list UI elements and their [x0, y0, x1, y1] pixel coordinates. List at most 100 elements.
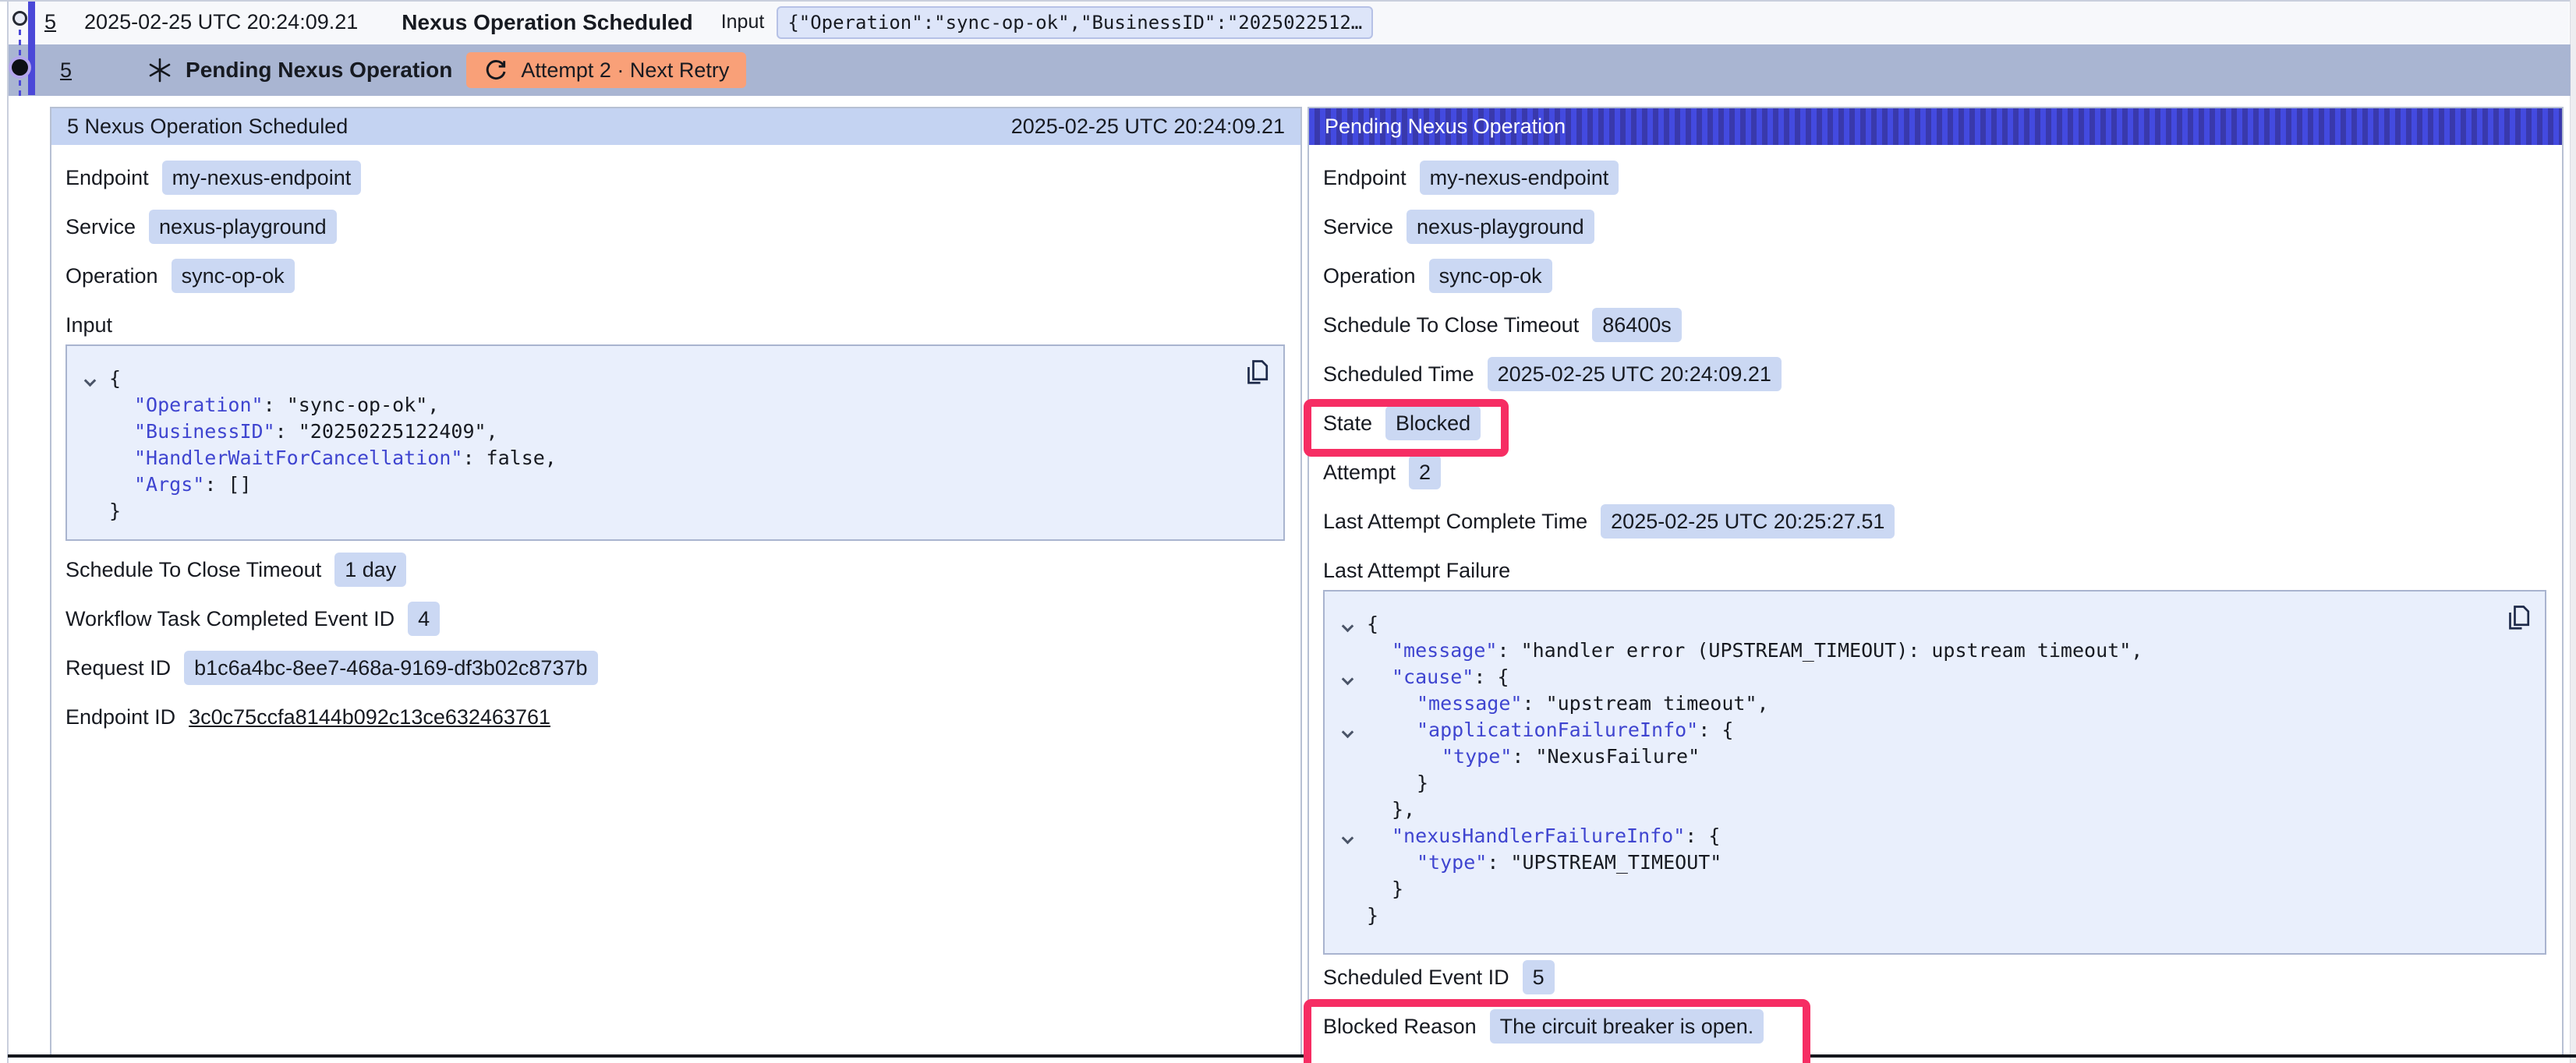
field-value[interactable]: 3c0c75ccfa8144b092c13ce632463761	[189, 700, 550, 734]
json-value: "sync-op-ok",	[287, 394, 440, 416]
json-line: }	[1343, 875, 2529, 902]
json-line: "message": "upstream timeout",	[1343, 690, 2529, 716]
json-line: "nexusHandlerFailureInfo": {	[1343, 822, 2529, 849]
json-key: "cause"	[1392, 666, 1474, 688]
field-label: Endpoint ID	[65, 705, 175, 729]
json-value: []	[228, 473, 251, 496]
field-value: The circuit breaker is open.	[1490, 1009, 1764, 1044]
collapse-chevron-icon[interactable]	[1342, 832, 1354, 844]
json-line: "type": "UPSTREAM_TIMEOUT"	[1343, 849, 2529, 875]
collapse-chevron-icon[interactable]	[1342, 673, 1354, 685]
input-section-label-row: Input	[65, 307, 1285, 343]
input-preview-chip: {"Operation":"sync-op-ok","BusinessID":"…	[777, 6, 1373, 39]
field-value: 4	[408, 602, 440, 636]
json-value: {	[1708, 825, 1720, 847]
event-id-link[interactable]: 5	[44, 10, 56, 34]
json-value: "handler error (UPSTREAM_TIMEOUT): upstr…	[1521, 639, 2143, 662]
json-key: "Args"	[134, 473, 204, 496]
copy-button[interactable]	[2504, 602, 2532, 634]
json-value: "20250225122409",	[299, 420, 498, 443]
json-value: }	[1392, 878, 1403, 900]
field-group: Schedule To Close Timeout 1 day Workflow…	[65, 552, 1285, 735]
json-key: "message"	[1417, 692, 1522, 715]
field-row: Scheduled Event ID 5	[1323, 959, 2546, 995]
timeline-dash	[19, 90, 21, 96]
input-label: Input	[721, 11, 765, 34]
json-value: :	[1487, 851, 1510, 874]
collapse-chevron-icon[interactable]	[1342, 620, 1354, 632]
field-value: my-nexus-endpoint	[1420, 161, 1619, 195]
field-value: sync-op-ok	[1429, 259, 1552, 293]
json-line: "cause": {	[1343, 663, 2529, 690]
json-value: :	[204, 473, 228, 496]
field-row: Attempt 2	[1323, 454, 2546, 490]
field-row: Service nexus-playground	[65, 209, 1285, 245]
json-value: "UPSTREAM_TIMEOUT"	[1510, 851, 1721, 874]
scrollbar-track[interactable]	[2570, 0, 2576, 1063]
field-label: Operation	[65, 264, 158, 288]
input-section-label: Input	[65, 313, 112, 337]
event-node-open-icon[interactable]	[12, 11, 27, 26]
event-node-current-icon[interactable]	[12, 59, 28, 76]
field-label: Workflow Task Completed Event ID	[65, 607, 395, 631]
json-key: "BusinessID"	[134, 420, 275, 443]
json-value: :	[1698, 719, 1721, 741]
event-history-detail-view: 5 2025-02-25 UTC 20:24:09.21 Nexus Opera…	[0, 0, 2576, 1063]
json-value: {	[1721, 719, 1733, 741]
json-value: }	[109, 500, 121, 522]
json-value: false,	[487, 447, 557, 469]
json-line: "Args": []	[86, 471, 1268, 497]
json-key: "type"	[1417, 851, 1487, 874]
json-value: {	[1497, 666, 1509, 688]
pending-asterisk-icon	[147, 57, 173, 83]
event-title: Nexus Operation Scheduled	[402, 10, 692, 35]
field-label: Service	[1323, 215, 1393, 239]
field-row: Endpoint my-nexus-endpoint	[65, 160, 1285, 196]
field-label: Schedule To Close Timeout	[1323, 313, 1579, 337]
field-row: Endpoint my-nexus-endpoint	[1323, 160, 2546, 196]
field-label: Endpoint	[65, 166, 149, 190]
field-value: 2025-02-25 UTC 20:24:09.21	[1488, 357, 1782, 391]
copy-button[interactable]	[1243, 357, 1271, 389]
container-bottom-border	[1810, 1054, 2576, 1058]
field-label: Blocked Reason	[1323, 1015, 1477, 1039]
field-value: 5	[1523, 960, 1555, 994]
json-key: "applicationFailureInfo"	[1417, 719, 1698, 741]
failure-section-label: Last Attempt Failure	[1323, 559, 1510, 583]
event-row-pending-selected[interactable]: 5 Pending Nexus Operation Attempt 2 · Ne…	[9, 44, 2571, 96]
json-key: "Operation"	[134, 394, 264, 416]
pending-panel-header-striped: Pending Nexus Operation	[1309, 108, 2562, 145]
panel-header-title: 5 Nexus Operation Scheduled	[67, 115, 348, 139]
json-value: :	[275, 420, 299, 443]
timeline-rule	[7, 0, 9, 1063]
json-key: "type"	[1442, 745, 1512, 768]
json-line: "type": "NexusFailure"	[1343, 743, 2529, 769]
event-id-link[interactable]: 5	[60, 58, 72, 83]
event-row-scheduled[interactable]: 5 2025-02-25 UTC 20:24:09.21 Nexus Opera…	[9, 2, 2569, 43]
json-value: :	[462, 447, 486, 469]
json-key: "nexusHandlerFailureInfo"	[1392, 825, 1685, 847]
pending-panel-body: Endpoint my-nexus-endpoint Service nexus…	[1309, 145, 2562, 1044]
field-value: Blocked	[1385, 406, 1481, 440]
json-line: {	[1343, 610, 2529, 637]
field-group: Endpoint my-nexus-endpoint Service nexus…	[65, 160, 1285, 294]
timeline-dash	[19, 80, 21, 86]
field-row: Service nexus-playground	[1323, 209, 2546, 245]
json-key: "HandlerWaitForCancellation"	[134, 447, 462, 469]
json-line: },	[1343, 796, 2529, 822]
field-value: b1c6a4bc-8ee7-468a-9169-df3b02c8737b	[184, 651, 597, 685]
field-label: Endpoint	[1323, 166, 1407, 190]
collapse-chevron-icon[interactable]	[1342, 726, 1354, 738]
field-value: nexus-playground	[1407, 210, 1594, 244]
field-value: 1 day	[334, 553, 406, 587]
json-line: "message": "handler error (UPSTREAM_TIME…	[1343, 637, 2529, 663]
panel-header-title: Pending Nexus Operation	[1325, 115, 1566, 139]
scheduled-panel-header: 5 Nexus Operation Scheduled 2025-02-25 U…	[51, 108, 1300, 145]
field-value: sync-op-ok	[172, 259, 295, 293]
timeline-dash	[19, 50, 21, 55]
json-value: :	[1474, 666, 1497, 688]
input-json-block: {"Operation": "sync-op-ok","BusinessID":…	[65, 344, 1285, 541]
field-row: Request ID b1c6a4bc-8ee7-468a-9169-df3b0…	[65, 650, 1285, 686]
json-key: "message"	[1392, 639, 1497, 662]
collapse-chevron-icon[interactable]	[84, 374, 97, 387]
